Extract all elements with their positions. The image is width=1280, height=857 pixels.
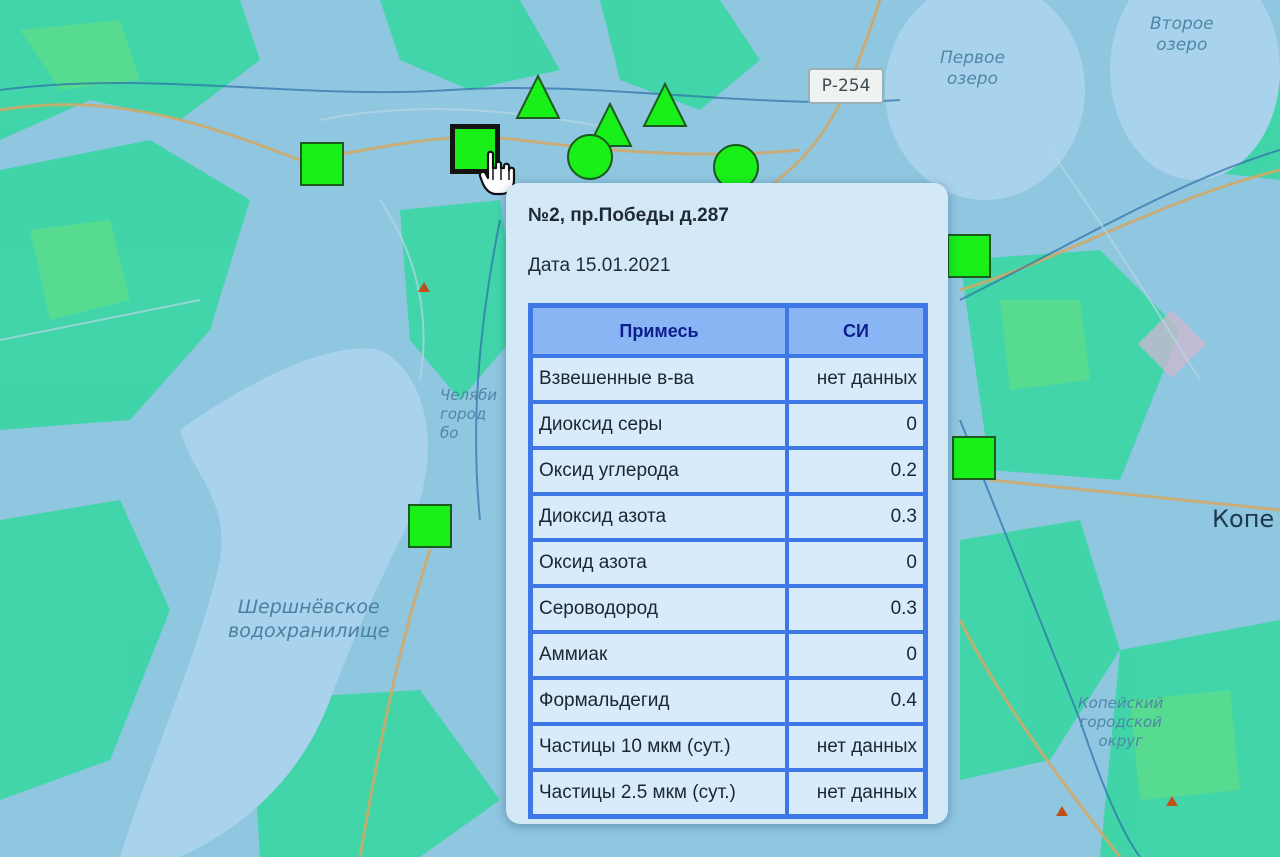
table-row: Диоксид серы 0 (531, 402, 925, 448)
pollutant-table: Примесь СИ Взвешенные в-ва нет данных Дио… (528, 303, 928, 819)
pollutant-name: Частицы 2.5 мкм (сут.) (531, 770, 787, 816)
map-label-district: Копейский городской округ (1078, 694, 1164, 750)
column-header-pollutant: Примесь (531, 306, 787, 356)
station-marker-9[interactable] (952, 436, 996, 480)
pollutant-value: 0 (787, 632, 925, 678)
station-marker-1[interactable] (300, 142, 344, 186)
pollutant-value: нет данных (787, 724, 925, 770)
pollutant-name: Оксид азота (531, 540, 787, 586)
station-marker-6[interactable] (567, 134, 613, 180)
station-info-popup: №2, пр.Победы д.287 Дата 15.01.2021 Прим… (506, 183, 948, 824)
pollutant-value: 0 (787, 540, 925, 586)
station-marker-5[interactable] (642, 82, 688, 128)
popup-date: Дата 15.01.2021 (528, 255, 671, 276)
station-marker-2-selected[interactable] (450, 124, 500, 174)
table-row: Диоксид азота 0.3 (531, 494, 925, 540)
pollutant-name: Аммиак (531, 632, 787, 678)
table-row: Частицы 2.5 мкм (сут.) нет данных (531, 770, 925, 816)
station-marker-3[interactable] (515, 74, 561, 120)
table-row: Аммиак 0 (531, 632, 925, 678)
map-label-reservoir: Шершнёвское водохранилище (228, 596, 390, 642)
pollutant-value: 0.4 (787, 678, 925, 724)
pollutant-name: Сероводород (531, 586, 787, 632)
pollutant-name: Взвешенные в-ва (531, 356, 787, 402)
station-marker-10[interactable] (408, 504, 452, 548)
pollutant-name: Оксид углерода (531, 448, 787, 494)
table-row: Взвешенные в-ва нет данных (531, 356, 925, 402)
station-marker-8[interactable] (947, 234, 991, 278)
map-label-city: Копе (1212, 505, 1275, 533)
pollutant-name: Диоксид серы (531, 402, 787, 448)
pollutant-value: 0.3 (787, 494, 925, 540)
pollutant-value: 0 (787, 402, 925, 448)
pollutant-name: Частицы 10 мкм (сут.) (531, 724, 787, 770)
pollutant-value: 0.3 (787, 586, 925, 632)
map-label-first-lake: Первое озеро (940, 48, 1005, 90)
map-label-forest: Челяби город бо (440, 386, 498, 442)
table-header-row: Примесь СИ (531, 306, 925, 356)
road-shield: Р-254 (808, 68, 884, 104)
table-row: Формальдегид 0.4 (531, 678, 925, 724)
table-row: Оксид углерода 0.2 (531, 448, 925, 494)
table-row: Оксид азота 0 (531, 540, 925, 586)
pollutant-value: нет данных (787, 356, 925, 402)
pollutant-name: Диоксид азота (531, 494, 787, 540)
pollutant-name: Формальдегид (531, 678, 787, 724)
popup-title: №2, пр.Победы д.287 (528, 205, 729, 226)
pollutant-value: 0.2 (787, 448, 925, 494)
table-row: Частицы 10 мкм (сут.) нет данных (531, 724, 925, 770)
pollutant-value: нет данных (787, 770, 925, 816)
map-label-second-lake: Второе озеро (1150, 14, 1214, 56)
column-header-si: СИ (787, 306, 925, 356)
table-row: Сероводород 0.3 (531, 586, 925, 632)
